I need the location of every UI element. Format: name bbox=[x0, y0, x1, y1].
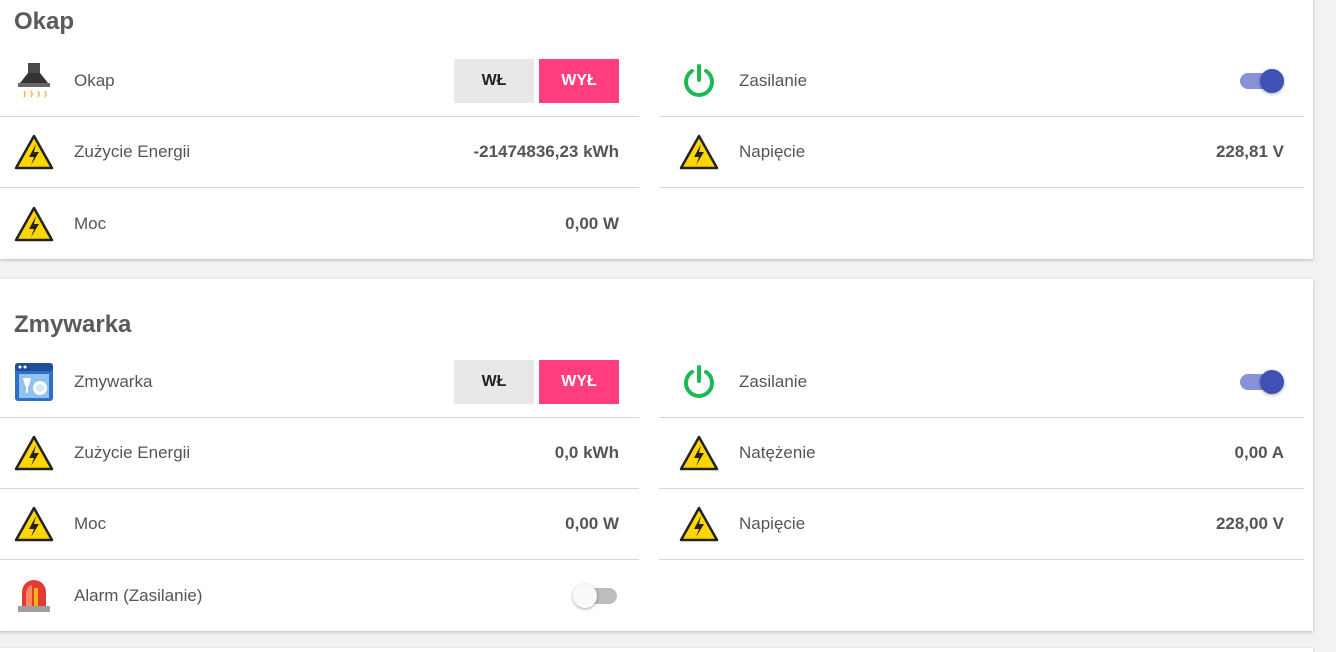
voltage-label: Napięcie bbox=[739, 142, 806, 161]
device-row-zmywarka: Zmywarka WŁ WYŁ bbox=[0, 347, 639, 418]
on-button[interactable]: WŁ bbox=[454, 59, 534, 103]
warning-triangle-icon bbox=[679, 132, 719, 172]
off-button[interactable]: WYŁ bbox=[539, 59, 619, 103]
alarm-row: Alarm (Zasilanie) bbox=[0, 560, 639, 631]
okap-card: Okap Okap WŁ WYŁ Zużycie Energii -214748… bbox=[0, 0, 1313, 259]
power-label: Moc bbox=[74, 213, 107, 233]
power-row: Moc 0,00 W bbox=[0, 489, 639, 560]
voltage-label: Napięcie bbox=[739, 514, 806, 533]
on-off-buttons: WŁ WYŁ bbox=[454, 59, 619, 103]
warning-triangle-icon bbox=[14, 204, 54, 244]
energy-label: Zużycie Energii bbox=[74, 142, 191, 161]
warning-triangle-icon bbox=[679, 433, 719, 473]
supply-label: Zasilanie bbox=[739, 372, 808, 391]
power-row: Moc 0,00 W bbox=[0, 188, 639, 259]
supply-label: Zasilanie bbox=[739, 71, 808, 90]
supply-toggle[interactable] bbox=[1238, 68, 1284, 94]
voltage-row: Napięcie 228,81 V bbox=[659, 117, 1304, 188]
off-button[interactable]: WYŁ bbox=[539, 360, 619, 404]
section-title: Okap bbox=[14, 8, 75, 35]
alarm-toggle[interactable] bbox=[573, 583, 619, 609]
device-label: Zmywarka bbox=[74, 372, 153, 391]
warning-triangle-icon bbox=[679, 504, 719, 544]
range-hood-icon bbox=[14, 61, 54, 101]
current-row: Natężenie 0,00 A bbox=[659, 418, 1304, 489]
warning-triangle-icon bbox=[14, 504, 54, 544]
on-off-buttons: WŁ WYŁ bbox=[454, 360, 619, 404]
warning-triangle-icon bbox=[14, 132, 54, 172]
device-row-okap: Okap WŁ WYŁ bbox=[0, 46, 639, 117]
voltage-value: 228,81 V bbox=[1215, 142, 1284, 161]
on-button[interactable]: WŁ bbox=[454, 360, 534, 404]
warning-triangle-icon bbox=[14, 433, 54, 473]
next-card bbox=[0, 648, 1313, 652]
power-icon bbox=[679, 61, 719, 101]
energy-row: Zużycie Energii -21474836,23 kWh bbox=[0, 117, 639, 188]
voltage-value: 228,00 V bbox=[1215, 514, 1284, 533]
power-icon bbox=[679, 362, 719, 402]
current-value: 0,00 A bbox=[1234, 443, 1284, 462]
supply-row: Zasilanie bbox=[659, 347, 1304, 418]
device-label: Okap bbox=[74, 71, 115, 90]
voltage-row: Napięcie 228,00 V bbox=[659, 489, 1304, 560]
supply-toggle[interactable] bbox=[1238, 369, 1284, 395]
siren-icon bbox=[14, 576, 54, 616]
power-value: 0,00 W bbox=[565, 514, 619, 533]
current-label: Natężenie bbox=[739, 443, 816, 462]
energy-value: 0,0 kWh bbox=[554, 443, 619, 462]
zmywarka-card: Zmywarka Zmywarka WŁ WYŁ Zużycie Energii… bbox=[0, 279, 1313, 631]
dishwasher-icon bbox=[14, 362, 54, 402]
energy-value: -21474836,23 kWh bbox=[473, 142, 619, 161]
energy-label: Zużycie Energii bbox=[74, 443, 191, 462]
alarm-label: Alarm (Zasilanie) bbox=[74, 585, 203, 605]
energy-row: Zużycie Energii 0,0 kWh bbox=[0, 418, 639, 489]
power-label: Moc bbox=[74, 514, 107, 533]
power-value: 0,00 W bbox=[565, 213, 619, 233]
supply-row: Zasilanie bbox=[659, 46, 1304, 117]
section-title: Zmywarka bbox=[14, 311, 132, 338]
